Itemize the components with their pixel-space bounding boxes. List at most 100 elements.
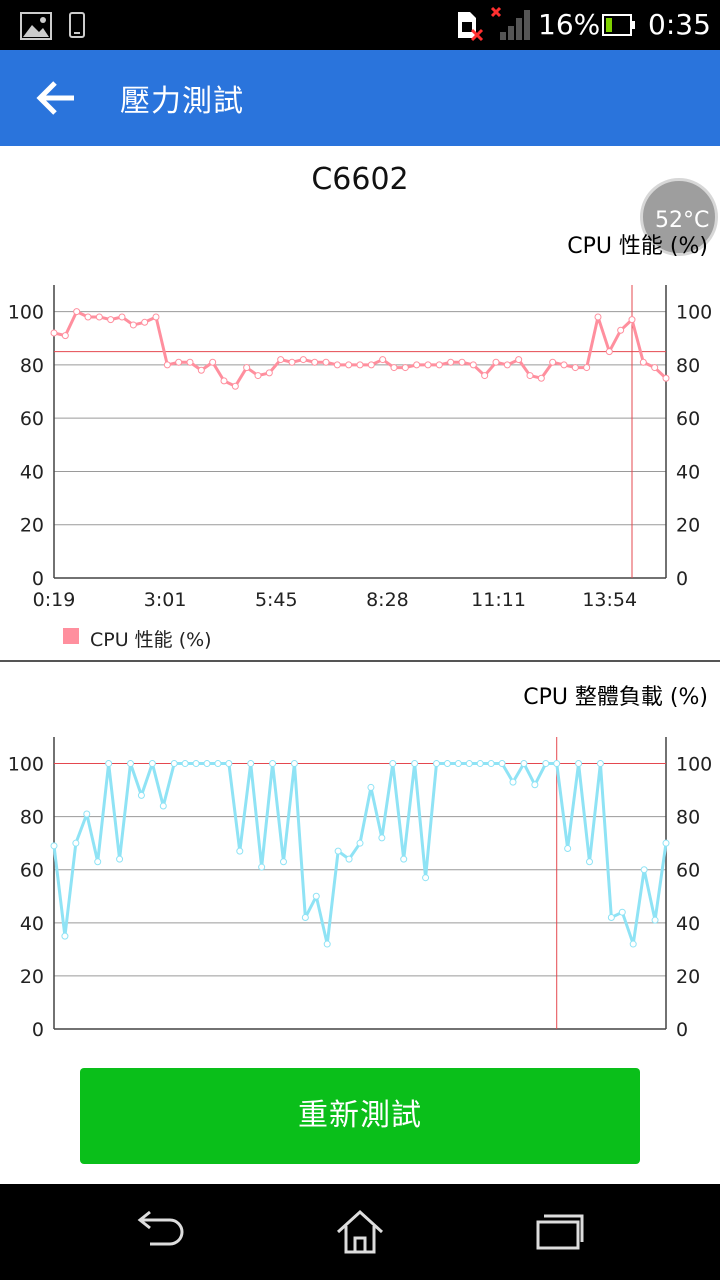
data-point [137, 791, 145, 799]
y-tick-label-right: 20 [676, 966, 700, 988]
data-point [61, 932, 69, 940]
device-name: C6602 [311, 162, 409, 197]
data-point [389, 760, 397, 768]
x-tick-label: 8:28 [366, 589, 409, 610]
data-point [312, 892, 320, 900]
data-point [454, 760, 462, 768]
data-point [542, 760, 550, 768]
data-point [95, 313, 103, 321]
page-title: 壓力測試 [120, 84, 244, 119]
y-tick-label: 40 [20, 461, 44, 483]
data-point [269, 760, 277, 768]
data-point [481, 372, 489, 380]
data-point [487, 760, 495, 768]
data-point [596, 760, 604, 768]
no-signal-icon [490, 6, 530, 40]
y-tick-label: 40 [20, 913, 44, 935]
data-point [520, 760, 528, 768]
data-point [560, 361, 568, 369]
y-tick-label-right: 40 [676, 461, 700, 483]
y-tick-label: 0 [32, 568, 44, 590]
data-point [476, 760, 484, 768]
back-button[interactable] [28, 72, 84, 124]
data-point [236, 847, 244, 855]
y-tick-label: 80 [20, 355, 44, 377]
data-point [617, 326, 625, 334]
y-tick-label-right: 80 [676, 807, 700, 829]
data-point [367, 361, 375, 369]
legend-swatch [63, 628, 79, 644]
data-point [662, 374, 670, 382]
cpu-performance-chart: 0 0 20 20 40 40 60 60 80 80 100 100 0:19 3:01 5:45 8:28… [8, 285, 712, 610]
data-point [258, 863, 266, 871]
data-point [586, 858, 593, 866]
divider [0, 660, 720, 662]
data-point [390, 364, 398, 372]
y-tick-label: 0 [32, 1019, 44, 1041]
data-point [651, 364, 659, 372]
data-point [322, 358, 330, 366]
data-point [571, 364, 579, 372]
y-tick-label: 20 [20, 515, 44, 537]
data-point [413, 361, 421, 369]
data-point [345, 855, 353, 863]
data-point [214, 760, 222, 768]
navigation-bar [0, 1184, 720, 1280]
retest-button[interactable]: 重新測試 [80, 1068, 640, 1164]
data-point [197, 366, 205, 374]
data-point [181, 760, 189, 768]
data-point [175, 358, 183, 366]
data-point [537, 374, 545, 382]
recents-icon [536, 1214, 584, 1250]
data-point [127, 760, 134, 768]
data-point [209, 358, 217, 366]
back-icon [137, 1210, 184, 1246]
y-tick-label-right: 100 [676, 302, 712, 324]
nav-back-button[interactable] [120, 1202, 200, 1262]
data-point [379, 356, 387, 364]
data-point [526, 372, 534, 380]
y-tick-label: 20 [20, 966, 44, 988]
data-point [401, 364, 409, 372]
data-point [129, 321, 137, 329]
y-tick-label-right: 0 [676, 1019, 688, 1041]
data-point [640, 866, 648, 874]
y-tick-label-right: 20 [676, 515, 700, 537]
cpu-load-chart-title: CPU 整體負載 (%) [523, 685, 708, 710]
y-tick-label-right: 60 [676, 860, 700, 882]
data-point [243, 364, 251, 372]
data-point [503, 361, 511, 369]
data-point [639, 358, 647, 366]
data-point [458, 358, 466, 366]
data-point [607, 914, 615, 922]
y-tick-label-right: 80 [676, 355, 700, 377]
nav-recents-button[interactable] [520, 1202, 600, 1262]
data-point [411, 760, 419, 768]
data-point [564, 844, 572, 852]
data-point [422, 874, 430, 882]
data-point [334, 847, 342, 855]
data-point [107, 316, 115, 324]
data-point [290, 760, 298, 768]
battery-icon [602, 14, 635, 36]
y-tick-label: 100 [8, 754, 44, 776]
y-tick-label: 100 [8, 302, 44, 324]
data-point [469, 361, 477, 369]
phone-icon [69, 12, 85, 38]
clock: 0:35 [648, 8, 711, 41]
data-point [549, 358, 557, 366]
data-point [553, 760, 561, 768]
data-point [118, 313, 126, 321]
data-point [159, 802, 167, 810]
data-point [575, 760, 583, 768]
data-point [50, 329, 58, 337]
data-point [299, 356, 307, 364]
data-point [84, 313, 92, 321]
y-tick-label: 80 [20, 807, 44, 829]
data-point [73, 308, 81, 316]
data-point [433, 760, 440, 768]
data-point [498, 760, 506, 768]
nav-home-button[interactable] [320, 1202, 400, 1262]
data-point [152, 313, 160, 321]
data-point [116, 855, 124, 863]
